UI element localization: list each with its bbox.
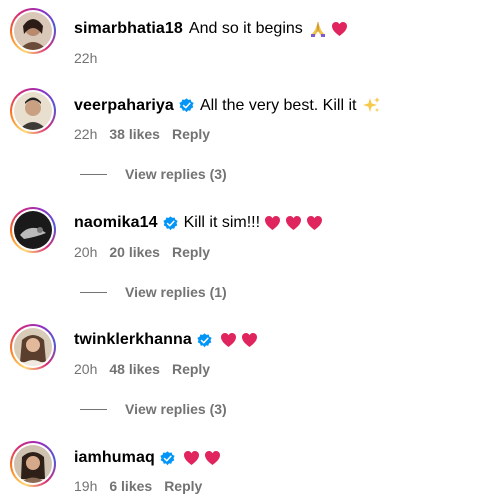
- avatar[interactable]: [10, 207, 56, 253]
- comment-text: All the very best. Kill it: [199, 96, 357, 114]
- comment-username[interactable]: simarbhatia18: [74, 20, 183, 38]
- comment-timestamp: 20h: [74, 244, 98, 260]
- likes-count[interactable]: 20 likes: [109, 244, 160, 260]
- comment-username[interactable]: veerpahariya: [74, 97, 174, 115]
- avatar[interactable]: [10, 88, 56, 134]
- view-replies-label: View replies (3): [125, 166, 227, 182]
- red-heart-emoji-icon: [306, 215, 323, 231]
- likes-count[interactable]: 6 likes: [109, 478, 152, 494]
- folded-hands-emoji-icon: [309, 20, 327, 38]
- red-heart-emoji-icon: [331, 21, 348, 37]
- divider: [80, 291, 107, 293]
- avatar[interactable]: [10, 8, 56, 54]
- comment-timestamp: 19h: [74, 478, 98, 494]
- red-heart-emoji-icon: [285, 215, 302, 231]
- likes-count[interactable]: 48 likes: [109, 361, 160, 377]
- red-heart-emoji-icon: [241, 332, 258, 348]
- view-replies-button[interactable]: View replies (3): [80, 401, 227, 417]
- avatar[interactable]: [10, 324, 56, 370]
- divider: [80, 173, 107, 175]
- comment-timestamp: 22h: [74, 126, 98, 142]
- likes-count[interactable]: 38 likes: [109, 126, 160, 142]
- divider: [80, 408, 107, 410]
- verified-badge-icon: [163, 215, 178, 231]
- avatar[interactable]: [10, 441, 56, 487]
- view-replies-label: View replies (3): [125, 401, 227, 417]
- reply-button[interactable]: Reply: [164, 478, 202, 494]
- red-heart-emoji-icon: [220, 332, 237, 348]
- sparkles-emoji-icon: [362, 96, 381, 115]
- comment-text: Kill it sim!!!: [183, 214, 261, 231]
- view-replies-button[interactable]: View replies (3): [80, 166, 227, 182]
- red-heart-emoji-icon: [264, 215, 281, 231]
- reply-button[interactable]: Reply: [172, 361, 210, 377]
- view-replies-button[interactable]: View replies (1): [80, 284, 227, 300]
- comment-timestamp: 20h: [74, 361, 98, 377]
- view-replies-label: View replies (1): [125, 284, 227, 300]
- comment-username[interactable]: iamhumaq: [74, 449, 155, 467]
- red-heart-emoji-icon: [183, 450, 200, 466]
- comment-timestamp: 22h: [74, 50, 98, 66]
- comment-username[interactable]: naomika14: [74, 214, 158, 232]
- comment-text: And so it begins: [188, 20, 303, 37]
- verified-badge-icon: [179, 98, 194, 113]
- verified-badge-icon: [197, 332, 212, 348]
- reply-button[interactable]: Reply: [172, 126, 210, 142]
- comment-username[interactable]: twinklerkhanna: [74, 331, 192, 349]
- reply-button[interactable]: Reply: [172, 244, 210, 260]
- verified-badge-icon: [160, 450, 175, 466]
- red-heart-emoji-icon: [204, 450, 221, 466]
